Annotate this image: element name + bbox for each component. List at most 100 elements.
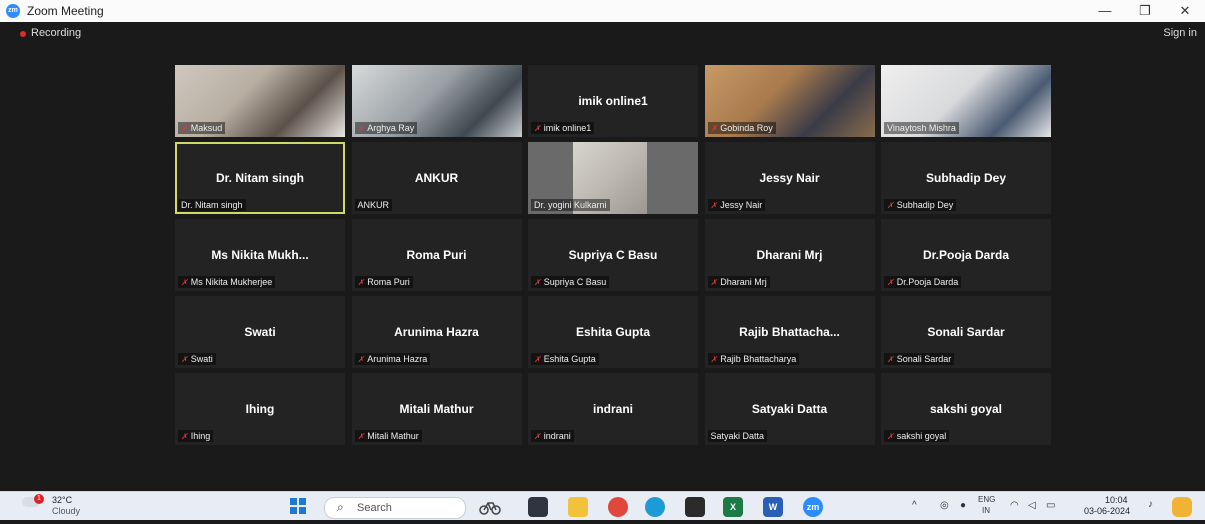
participant-name: Dr.Pooja Darda xyxy=(896,277,959,287)
minimize-button[interactable]: — xyxy=(1085,0,1125,22)
participant-name-label: ✗ imik online1 xyxy=(531,122,595,134)
chrome-icon[interactable] xyxy=(608,497,628,517)
notification-bell-icon[interactable]: ♪ xyxy=(1148,499,1153,510)
sticky-notes-icon[interactable] xyxy=(685,497,705,517)
weather-temperature[interactable]: 32°C xyxy=(52,495,72,505)
participant-tile[interactable]: ANKUR ANKUR xyxy=(351,142,522,214)
windows-start-icon[interactable] xyxy=(290,498,306,514)
participant-tile[interactable]: Dr. Nitam singh Dr. Nitam singh xyxy=(175,142,345,214)
wifi-icon[interactable]: ◠ xyxy=(1010,500,1019,511)
participant-name: Jessy Nair xyxy=(720,200,763,210)
muted-mic-icon: ✗ xyxy=(181,278,188,287)
muted-mic-icon: ✗ xyxy=(357,355,365,364)
participant-name-label: ✗ Sonali Sardar xyxy=(884,353,955,365)
participant-tile[interactable]: indrani ✗ indrani xyxy=(528,373,698,445)
close-button[interactable]: ✕ xyxy=(1165,0,1205,22)
battery-icon[interactable]: ▭ xyxy=(1046,500,1055,511)
participant-name: Arghya Ray xyxy=(367,123,415,133)
zoom-taskbar-icon[interactable]: zm xyxy=(803,497,823,517)
recording-label[interactable]: Recording xyxy=(31,27,81,39)
participant-display-name: Sonali Sardar xyxy=(927,325,1005,339)
participant-name: Ihing xyxy=(190,431,211,441)
file-explorer-icon[interactable] xyxy=(568,497,588,517)
participant-tile[interactable]: Dr. yogini Kulkarni xyxy=(528,142,698,214)
participant-name: Dr. Nitam singh xyxy=(181,200,243,210)
participant-display-name: Swati xyxy=(244,325,276,339)
speaker-icon[interactable]: ◁ xyxy=(1028,500,1036,511)
participant-tile[interactable]: Roma Puri ✗ Roma Puri xyxy=(351,219,522,291)
participant-tile[interactable]: Dharani Mrj ✗ Dharani Mrj xyxy=(704,219,875,291)
participant-tile[interactable]: sakshi goyal ✗ sakshi goyal xyxy=(881,373,1051,445)
participant-name: Ms Nikita Mukherjee xyxy=(190,277,273,287)
participant-name-label: ✗ Swati xyxy=(178,353,216,365)
clock-time[interactable]: 10:04 xyxy=(1105,495,1128,505)
sign-in-link[interactable]: Sign in xyxy=(1163,27,1197,39)
edge-icon[interactable] xyxy=(645,497,665,517)
participant-tile[interactable]: ✗ Arghya Ray xyxy=(351,65,522,137)
participant-tile[interactable]: Dr.Pooja Darda ✗ Dr.Pooja Darda xyxy=(881,219,1051,291)
muted-mic-icon: ✗ xyxy=(357,432,365,441)
muted-mic-icon: ✗ xyxy=(710,278,718,287)
antivirus-icon[interactable]: ◎ xyxy=(940,500,949,511)
participant-display-name: ANKUR xyxy=(414,171,459,185)
copilot-icon[interactable] xyxy=(1172,497,1192,517)
participant-tile[interactable]: Mitali Mathur ✗ Mitali Mathur xyxy=(351,373,522,445)
muted-mic-icon: ✗ xyxy=(534,278,541,287)
participant-tile[interactable]: imik online1 ✗ imik online1 xyxy=(528,65,698,137)
muted-mic-icon: ✗ xyxy=(534,124,541,133)
participant-display-name: Satyaki Datta xyxy=(751,402,828,416)
language-line-1[interactable]: ENG xyxy=(978,495,995,504)
participant-tile[interactable]: Subhadip Dey ✗ Subhadip Dey xyxy=(881,142,1051,214)
participant-display-name: Dharani Mrj xyxy=(756,248,823,262)
participant-name-label: Dr. yogini Kulkarni xyxy=(531,199,610,211)
weather-description[interactable]: Cloudy xyxy=(52,506,80,516)
participant-display-name: indrani xyxy=(592,402,633,416)
participant-name-label: ✗ Dr.Pooja Darda xyxy=(884,276,962,288)
language-line-2[interactable]: IN xyxy=(982,506,990,515)
participant-display-name: Subhadip Dey xyxy=(925,171,1006,185)
participant-tile[interactable]: Swati ✗ Swati xyxy=(175,296,345,368)
muted-mic-icon: ✗ xyxy=(887,278,894,287)
tray-chevron-icon[interactable]: ^ xyxy=(912,500,917,511)
participant-display-name: Roma Puri xyxy=(406,248,467,262)
zoom-app-icon: zm xyxy=(6,4,20,18)
word-icon[interactable]: W xyxy=(763,497,783,517)
participant-tile[interactable]: Satyaki Datta Satyaki Datta xyxy=(704,373,875,445)
participant-name: Vinaytosh Mishra xyxy=(887,123,956,133)
participant-tile[interactable]: ✗ Maksud xyxy=(175,65,345,137)
restore-button[interactable]: ❐ xyxy=(1125,0,1165,22)
participant-name-label: ✗ Arghya Ray xyxy=(354,122,418,134)
participant-tile[interactable]: Rajib Bhattacha... ✗ Rajib Bhattacharya xyxy=(704,296,875,368)
participant-name-label: ✗ Arunima Hazra xyxy=(354,353,431,365)
participant-name: indrani xyxy=(543,431,571,441)
participant-tile[interactable]: Vinaytosh Mishra xyxy=(881,65,1051,137)
search-icon: ⌕ xyxy=(337,500,344,514)
participant-tile[interactable]: ✗ Gobinda Roy xyxy=(704,65,875,137)
participant-tile[interactable]: Jessy Nair ✗ Jessy Nair xyxy=(704,142,875,214)
clock-date[interactable]: 03-06-2024 xyxy=(1084,506,1130,516)
participant-name: Dharani Mrj xyxy=(720,277,767,287)
participant-name: Arunima Hazra xyxy=(367,354,428,364)
windows-taskbar xyxy=(0,491,1205,520)
participant-tile[interactable]: Arunima Hazra ✗ Arunima Hazra xyxy=(351,296,522,368)
participant-tile[interactable]: Ms Nikita Mukh... ✗ Ms Nikita Mukherjee xyxy=(175,219,345,291)
participant-tile[interactable]: Ihing ✗ Ihing xyxy=(175,373,345,445)
participant-name-label: ✗ Eshita Gupta xyxy=(531,353,599,365)
excel-icon[interactable]: X xyxy=(723,497,743,517)
participant-display-name: Ms Nikita Mukh... xyxy=(211,248,309,262)
participant-tile[interactable]: Eshita Gupta ✗ Eshita Gupta xyxy=(528,296,698,368)
bicycle-widget-icon[interactable] xyxy=(478,497,501,517)
participant-name: Swati xyxy=(190,354,213,364)
participant-name-label: ✗ Maksud xyxy=(178,122,226,134)
participant-display-name: imik online1 xyxy=(578,94,648,108)
participant-name-label: Dr. Nitam singh xyxy=(178,199,246,211)
participant-tile[interactable]: Sonali Sardar ✗ Sonali Sardar xyxy=(881,296,1051,368)
participant-name: Roma Puri xyxy=(367,277,410,287)
participant-name-label: Vinaytosh Mishra xyxy=(884,122,959,134)
muted-mic-icon: ✗ xyxy=(887,432,894,441)
task-view-icon[interactable] xyxy=(528,497,548,517)
mic-tray-icon[interactable]: ● xyxy=(960,500,966,511)
taskbar-search-box[interactable]: ⌕ Search xyxy=(324,497,466,519)
participant-tile[interactable]: Supriya C Basu ✗ Supriya C Basu xyxy=(528,219,698,291)
participant-name-label: ✗ Ihing xyxy=(178,430,214,442)
